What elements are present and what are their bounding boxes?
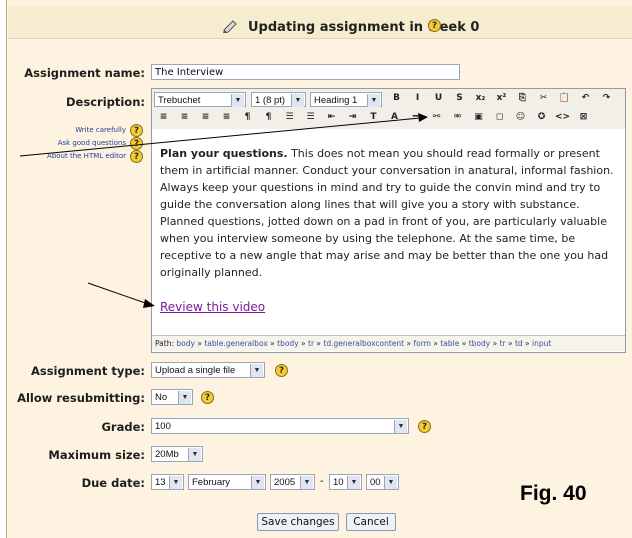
help-icon[interactable]: ? xyxy=(418,420,431,433)
chevron-down-icon: ▼ xyxy=(384,476,397,489)
help-icon[interactable]: ? xyxy=(275,364,288,377)
due-month-select[interactable]: February ▼ xyxy=(188,474,266,490)
due-date-separator: - xyxy=(320,476,324,487)
chevron-down-icon: ▼ xyxy=(347,476,360,489)
help-icon[interactable]: ? xyxy=(201,391,214,404)
due-hour-value: 10 xyxy=(333,477,344,488)
assignment-type-value: Upload a single file xyxy=(155,365,236,376)
due-hour-select[interactable]: 10 ▼ xyxy=(329,474,362,490)
chevron-down-icon: ▼ xyxy=(169,476,182,489)
allow-resubmit-value: No xyxy=(155,392,168,403)
chevron-down-icon: ▼ xyxy=(251,476,264,489)
due-minute-select[interactable]: 00 ▼ xyxy=(366,474,399,490)
cancel-button[interactable]: Cancel xyxy=(346,513,396,531)
chevron-down-icon: ▼ xyxy=(394,420,407,433)
chevron-down-icon: ▼ xyxy=(178,391,191,404)
chevron-down-icon: ▼ xyxy=(300,476,313,489)
assignment-type-label: Assignment type: xyxy=(30,364,145,378)
save-changes-button[interactable]: Save changes xyxy=(257,513,339,531)
allow-resubmit-select[interactable]: No ▼ xyxy=(151,389,193,405)
due-year-select[interactable]: 2005 ▼ xyxy=(270,474,315,490)
figure-label: Fig. 40 xyxy=(520,482,587,505)
due-month-value: February xyxy=(192,477,231,488)
due-date-label: Due date: xyxy=(81,476,145,490)
chevron-down-icon: ▼ xyxy=(250,364,263,377)
grade-label: Grade: xyxy=(101,420,145,434)
max-size-label: Maximum size: xyxy=(48,448,145,462)
max-size-select[interactable]: 20Mb ▼ xyxy=(151,446,203,462)
assignment-type-select[interactable]: Upload a single file ▼ xyxy=(151,362,265,378)
due-minute-value: 00 xyxy=(370,477,381,488)
allow-resubmit-label: Allow resubmitting: xyxy=(17,391,145,405)
grade-select[interactable]: 100 ▼ xyxy=(151,418,409,434)
chevron-down-icon: ▼ xyxy=(188,448,201,461)
due-day-value: 13 xyxy=(155,477,166,488)
due-day-select[interactable]: 13 ▼ xyxy=(151,474,184,490)
max-size-value: 20Mb xyxy=(155,449,179,460)
due-year-value: 2005 xyxy=(274,477,296,488)
grade-value: 100 xyxy=(155,421,171,432)
